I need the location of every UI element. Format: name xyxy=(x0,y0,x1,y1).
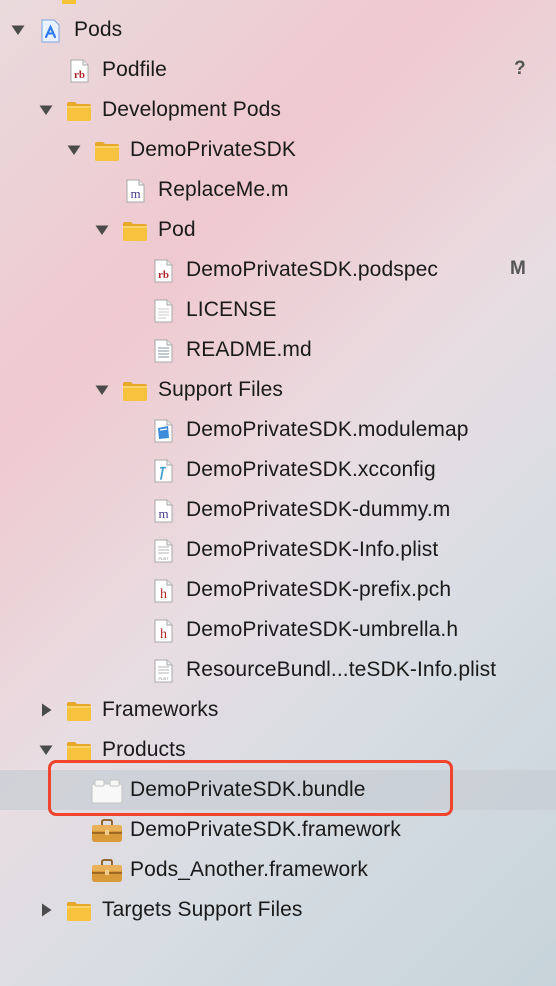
navigator-row-demoprivatesdk-framework[interactable]: DemoPrivateSDK.framework xyxy=(0,810,556,850)
navigator-row-demoprivatesdk-dummy-m[interactable]: m DemoPrivateSDK-dummy.m xyxy=(0,490,556,530)
navigator-row-label: Podfile xyxy=(102,58,167,81)
header-file-icon: h xyxy=(150,578,176,604)
navigator-row-label: DemoPrivateSDK.podspec xyxy=(186,258,438,281)
navigator-row-podfile[interactable]: rb Podfile? xyxy=(0,50,556,90)
disclosure-triangle-closed-icon[interactable] xyxy=(38,702,54,718)
navigator-row-label: Support Files xyxy=(158,378,284,401)
source-control-status-badge: ? xyxy=(514,58,526,79)
disclosure-triangle-open-icon[interactable] xyxy=(66,142,82,158)
disclosure-triangle-open-icon[interactable] xyxy=(38,742,54,758)
navigator-row-label: Frameworks xyxy=(102,698,219,721)
svg-text:m: m xyxy=(130,186,140,201)
navigator-row-label: README.md xyxy=(186,338,312,361)
navigator-row-label: DemoPrivateSDK.xcconfig xyxy=(186,458,436,481)
navigator-row-label: Pods_Another.framework xyxy=(130,858,368,881)
folder-icon xyxy=(94,138,120,164)
navigator-row-demoprivatesdk-prefix-pch[interactable]: h DemoPrivateSDK-prefix.pch xyxy=(0,570,556,610)
navigator-row-label: LICENSE xyxy=(186,298,277,321)
navigator-row-resourcebundl-tesdk-info-plist[interactable]: PLIST ResourceBundl...teSDK-Info.plist xyxy=(0,650,556,690)
navigator-row-replaceme-m[interactable]: m ReplaceMe.m xyxy=(0,170,556,210)
navigator-row-targets-support-files[interactable]: Targets Support Files xyxy=(0,890,556,930)
folder-icon xyxy=(66,898,92,924)
navigator-row-demoprivatesdk-info-plist[interactable]: PLIST DemoPrivateSDK-Info.plist xyxy=(0,530,556,570)
folder-icon-partial xyxy=(62,0,76,4)
framework-icon xyxy=(91,818,123,844)
navigator-row-label: DemoPrivateSDK-prefix.pch xyxy=(186,578,452,601)
navigator-row-label: Products xyxy=(102,738,186,761)
source-control-status-badge: M xyxy=(510,258,526,279)
navigator-row-development-pods[interactable]: Development Pods xyxy=(0,90,556,130)
project-navigator: Pods rb Podfile? Development Pods DemoPri… xyxy=(0,0,556,986)
svg-text:m: m xyxy=(158,506,168,521)
navigator-row-label: Development Pods xyxy=(102,98,282,121)
navigator-row-label: DemoPrivateSDK.framework xyxy=(130,818,401,841)
framework-icon xyxy=(91,858,123,884)
disclosure-triangle-closed-icon[interactable] xyxy=(38,902,54,918)
objc-file-icon: m xyxy=(122,178,148,204)
text-file-icon xyxy=(150,298,176,324)
navigator-row-label: DemoPrivateSDK-dummy.m xyxy=(186,498,451,521)
ruby-file-icon: rb xyxy=(150,258,176,284)
navigator-row-pods-another-framework[interactable]: Pods_Another.framework xyxy=(0,850,556,890)
disclosure-triangle-open-icon[interactable] xyxy=(10,22,26,38)
folder-icon xyxy=(122,218,148,244)
navigator-row-label: DemoPrivateSDK-umbrella.h xyxy=(186,618,459,641)
disclosure-triangle-open-icon[interactable] xyxy=(94,222,110,238)
disclosure-triangle-open-icon[interactable] xyxy=(38,102,54,118)
navigator-row-support-files[interactable]: Support Files xyxy=(0,370,556,410)
navigator-row-label: DemoPrivateSDK-Info.plist xyxy=(186,538,439,561)
navigator-row-label: DemoPrivateSDK.modulemap xyxy=(186,418,469,441)
navigator-row-label: Targets Support Files xyxy=(102,898,303,921)
navigator-row-readme-md[interactable]: README.md xyxy=(0,330,556,370)
annotation-highlight-box xyxy=(48,760,453,816)
markdown-file-icon xyxy=(150,338,176,364)
objc-file-icon: m xyxy=(150,498,176,524)
ruby-file-icon: rb xyxy=(66,58,92,84)
header-file-icon: h xyxy=(150,618,176,644)
navigator-row-label: Pods xyxy=(74,18,123,41)
navigator-row-label: ReplaceMe.m xyxy=(158,178,289,201)
navigator-row-pods[interactable]: Pods xyxy=(0,10,556,50)
svg-text:rb: rb xyxy=(158,269,169,281)
navigator-row-frameworks[interactable]: Frameworks xyxy=(0,690,556,730)
disclosure-triangle-open-icon[interactable] xyxy=(94,382,110,398)
plist-file-icon: PLIST xyxy=(150,658,176,684)
folder-icon xyxy=(66,698,92,724)
navigator-row-label: ResourceBundl...teSDK-Info.plist xyxy=(186,658,497,681)
navigator-row-pod[interactable]: Pod xyxy=(0,210,556,250)
svg-text:h: h xyxy=(160,587,167,602)
folder-icon xyxy=(66,98,92,124)
navigator-row-demoprivatesdk[interactable]: DemoPrivateSDK xyxy=(0,130,556,170)
modulemap-file-icon xyxy=(150,418,176,444)
navigator-row-license[interactable]: LICENSE xyxy=(0,290,556,330)
svg-text:PLIST: PLIST xyxy=(159,677,170,681)
folder-icon xyxy=(122,378,148,404)
xcconfig-file-icon xyxy=(150,458,176,484)
navigator-row-demoprivatesdk-umbrella-h[interactable]: h DemoPrivateSDK-umbrella.h xyxy=(0,610,556,650)
svg-text:PLIST: PLIST xyxy=(159,557,170,561)
xcode-project-icon xyxy=(38,18,64,44)
plist-file-icon: PLIST xyxy=(150,538,176,564)
svg-text:rb: rb xyxy=(74,69,85,81)
navigator-row-demoprivatesdk-podspec[interactable]: rb DemoPrivateSDK.podspec M xyxy=(0,250,556,290)
navigator-row-demoprivatesdk-xcconfig[interactable]: DemoPrivateSDK.xcconfig xyxy=(0,450,556,490)
navigator-row-demoprivatesdk-modulemap[interactable]: DemoPrivateSDK.modulemap xyxy=(0,410,556,450)
svg-text:h: h xyxy=(160,627,167,642)
navigator-row-label: Pod xyxy=(158,218,196,241)
navigator-row-label: DemoPrivateSDK xyxy=(130,138,296,161)
